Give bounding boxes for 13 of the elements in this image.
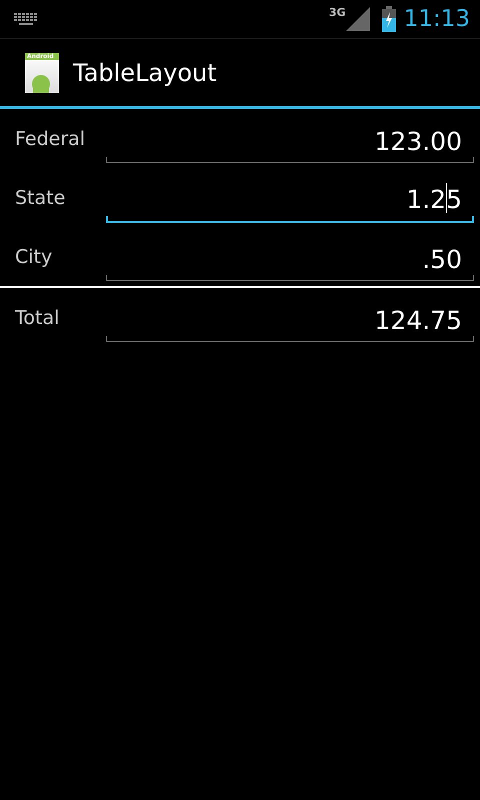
clock-time: 11:13 [404, 6, 470, 32]
row-label: City [15, 246, 54, 268]
keyboard-icon [14, 13, 38, 25]
signal-icon [346, 7, 370, 31]
number-field[interactable]: 123.00 [106, 120, 474, 163]
network-type: 3G [329, 6, 346, 19]
app-title: TableLayout [73, 58, 217, 86]
row-label: Federal [15, 128, 86, 150]
number-field[interactable]: 124.75 [106, 299, 474, 342]
battery-icon [382, 6, 396, 32]
number-field[interactable]: .50 [106, 238, 474, 281]
row-label: State [15, 186, 66, 208]
row-label: Total [15, 306, 60, 328]
